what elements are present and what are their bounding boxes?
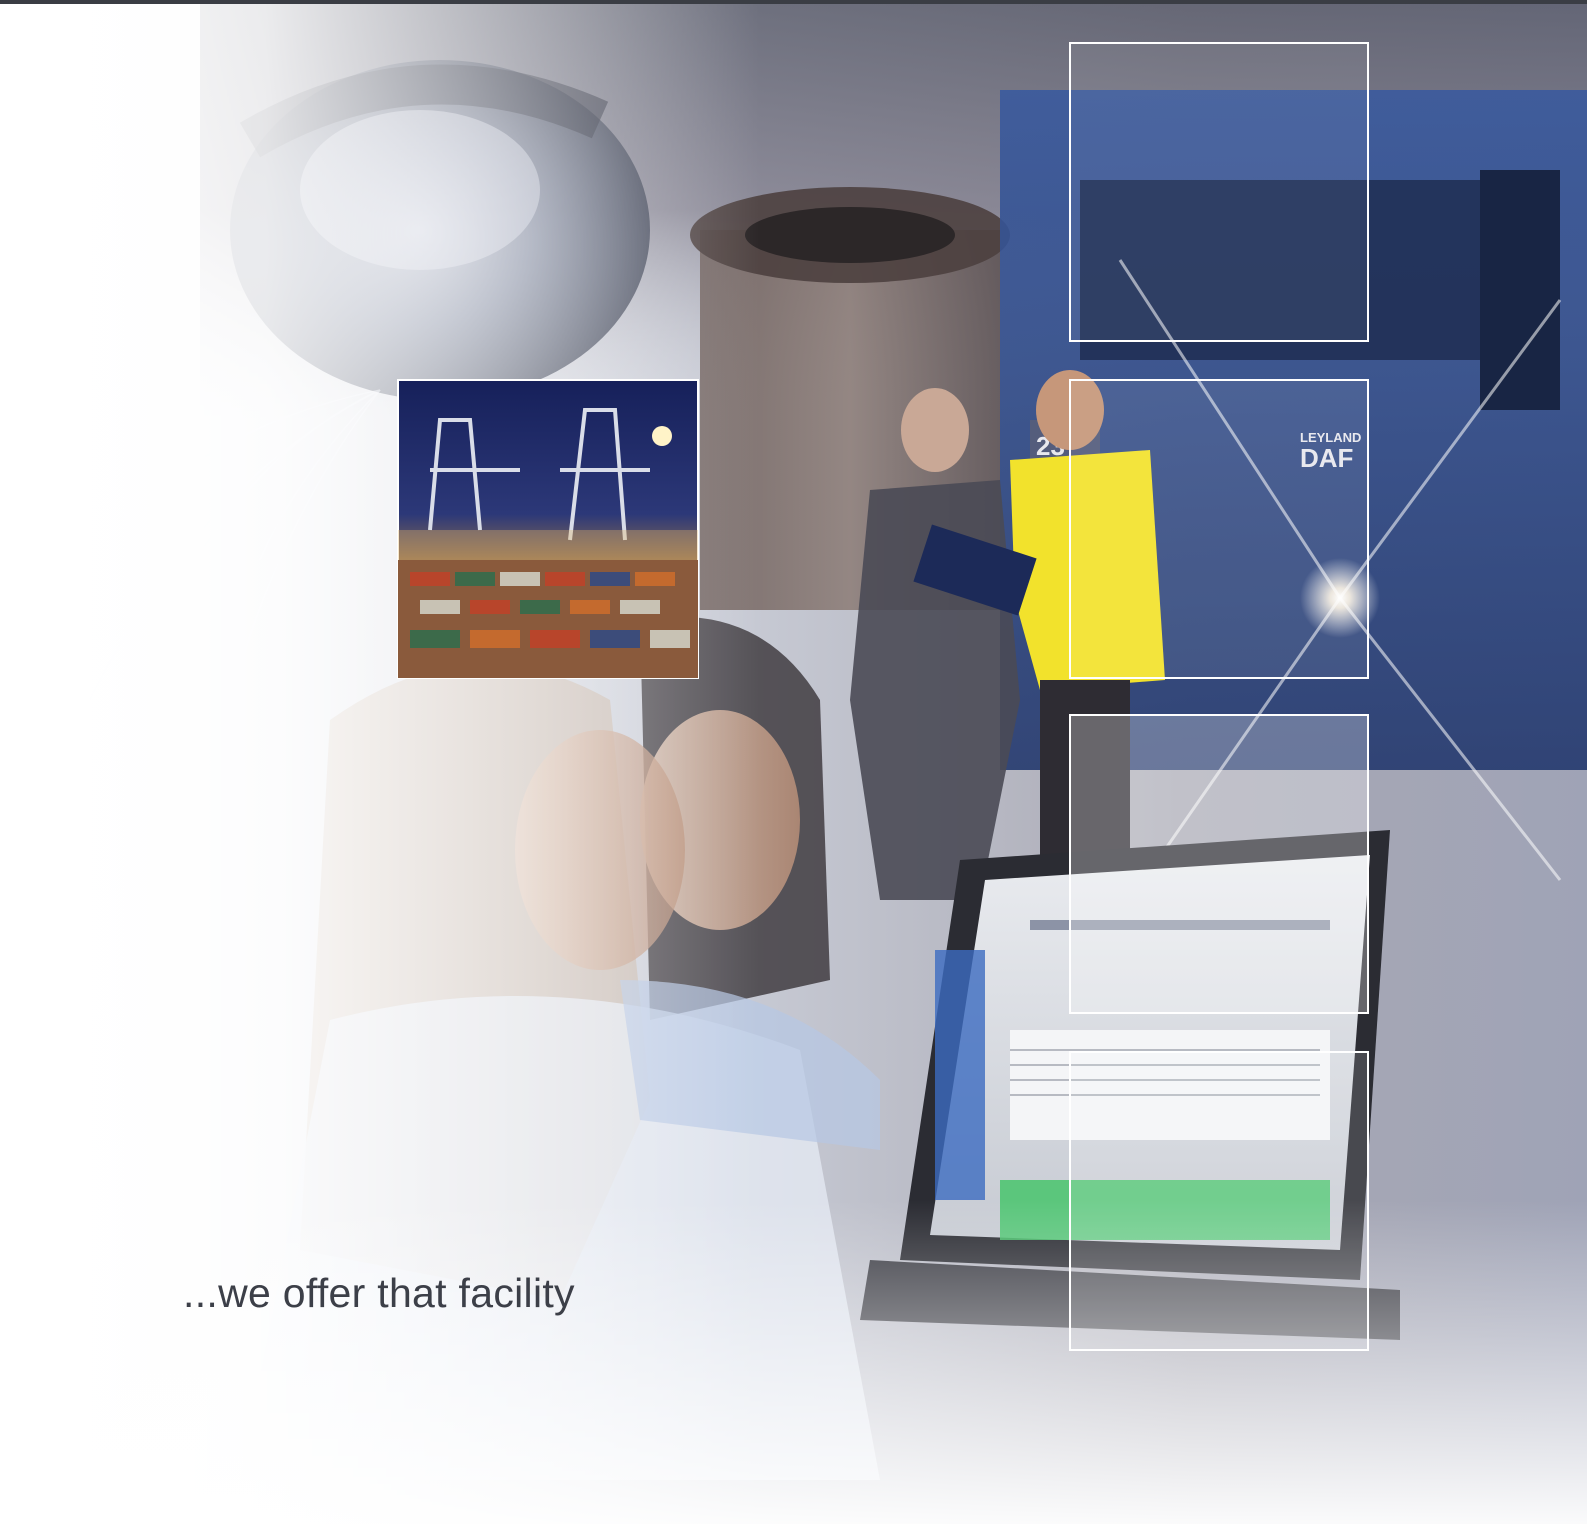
container-port-photo (397, 379, 699, 679)
top-rule (0, 0, 1587, 4)
brochure-page: 23 LEYLAND DAF ...we offer that facility (0, 0, 1587, 1524)
frame-window-1 (1069, 42, 1369, 342)
tagline: ...we offer that facility (183, 1270, 575, 1316)
frame-window-3 (1069, 714, 1369, 1014)
frame-window-2 (1069, 379, 1369, 679)
frame-window-4 (1069, 1051, 1369, 1351)
